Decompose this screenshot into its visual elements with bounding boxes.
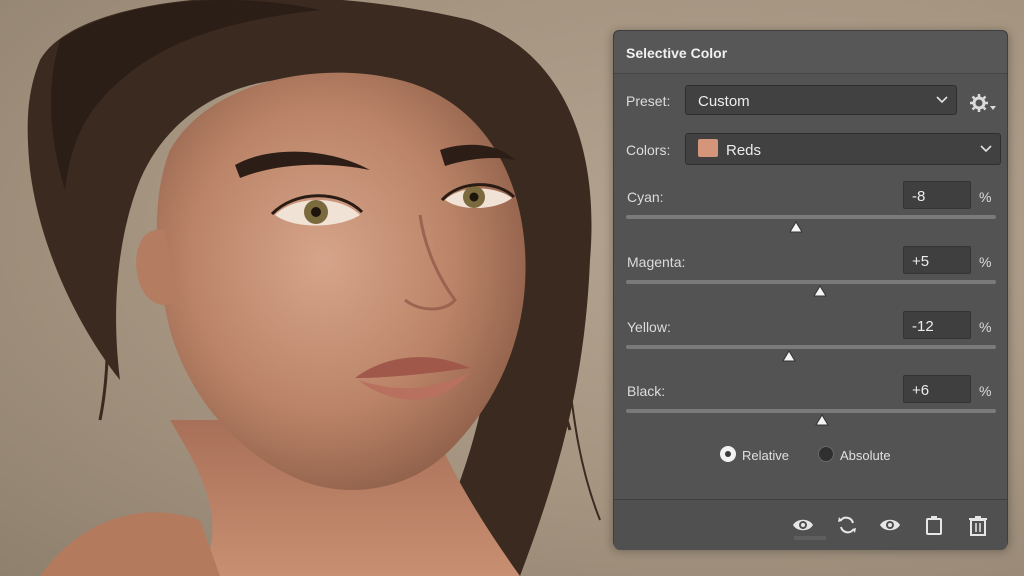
clip-to-layer-icon[interactable] — [922, 514, 946, 536]
gear-icon[interactable] — [968, 91, 998, 115]
black-percent: % — [979, 383, 992, 399]
selective-color-panel: Selective Color Preset: Custom Colors: R… — [613, 30, 1008, 550]
black-label: Black: — [627, 383, 666, 399]
cyan-label: Cyan: — [627, 189, 664, 205]
colors-label: Colors: — [626, 142, 671, 158]
cyan-value: -8 — [912, 188, 926, 205]
yellow-value-field[interactable]: -12 — [903, 311, 971, 339]
magenta-percent: % — [979, 254, 992, 270]
resize-grip-icon[interactable] — [794, 536, 826, 540]
panel-header: Selective Color — [614, 31, 1007, 74]
black-value: +6 — [912, 382, 930, 399]
visibility-toggle-icon[interactable] — [878, 514, 902, 536]
cyan-percent: % — [979, 189, 992, 205]
preset-dropdown[interactable]: Custom — [685, 85, 957, 115]
yellow-label: Yellow: — [627, 319, 671, 335]
yellow-slider-track[interactable] — [626, 345, 996, 349]
cyan-slider-thumb[interactable] — [789, 221, 804, 233]
cyan-slider-track[interactable] — [626, 215, 996, 219]
black-slider-track[interactable] — [626, 409, 996, 413]
yellow-percent: % — [979, 319, 992, 335]
yellow-value: -12 — [912, 318, 934, 335]
relative-label[interactable]: Relative — [742, 448, 789, 463]
trash-icon[interactable] — [966, 514, 990, 536]
chevron-down-icon — [980, 145, 992, 153]
chevron-down-icon — [936, 96, 948, 104]
colors-dropdown[interactable]: Reds — [685, 133, 1001, 165]
preset-label: Preset: — [626, 93, 671, 109]
magenta-slider-thumb[interactable] — [813, 285, 828, 297]
panel-footer — [614, 499, 1007, 550]
absolute-label[interactable]: Absolute — [840, 448, 891, 463]
relative-radio[interactable] — [720, 446, 736, 462]
magenta-slider-track[interactable] — [626, 280, 996, 284]
colors-value: Reds — [726, 142, 762, 159]
magenta-value-field[interactable]: +5 — [903, 246, 971, 274]
magenta-value: +5 — [912, 253, 930, 270]
black-slider-thumb[interactable] — [815, 414, 829, 426]
reds-color-swatch — [698, 139, 718, 157]
magenta-label: Magenta: — [627, 254, 686, 270]
cyan-value-field[interactable]: -8 — [903, 181, 971, 209]
visibility-icon[interactable] — [791, 514, 815, 536]
yellow-slider-thumb[interactable] — [781, 350, 796, 362]
preset-value: Custom — [698, 93, 750, 110]
absolute-radio[interactable] — [818, 446, 834, 462]
black-value-field[interactable]: +6 — [903, 375, 971, 403]
reset-icon[interactable] — [835, 514, 859, 536]
panel-title: Selective Color — [626, 45, 728, 61]
